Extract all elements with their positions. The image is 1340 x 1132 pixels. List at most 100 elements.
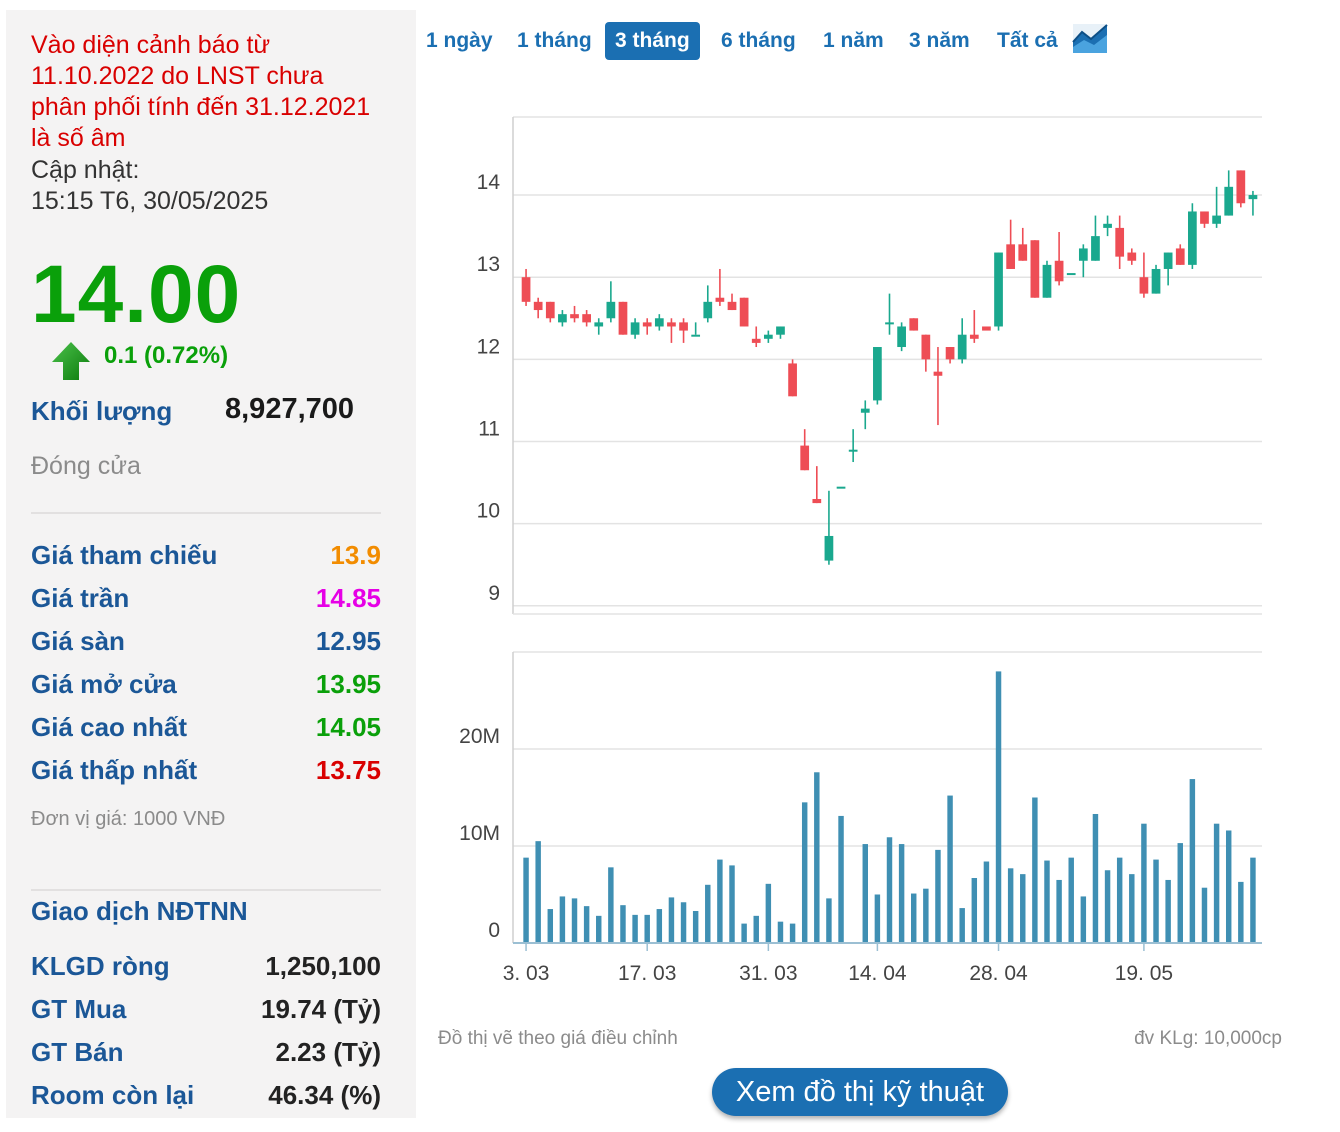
candle-body (739, 297, 749, 327)
volume-bar (705, 884, 711, 943)
volume-bar (935, 849, 941, 943)
x-tick-label: 14. 04 (848, 962, 907, 985)
volume-bar (959, 908, 965, 943)
volume-bar (1080, 896, 1087, 943)
candle-body (1236, 170, 1246, 204)
volume-bar (729, 865, 735, 943)
y-tick-label: 10M (459, 822, 500, 845)
volume-bar (620, 905, 626, 943)
x-tick-label: 19. 05 (1115, 962, 1173, 985)
candle-body (1151, 268, 1161, 294)
volume-bar (1032, 797, 1038, 943)
volume-bar (1189, 779, 1196, 943)
volume-bar (571, 898, 578, 943)
volume-bar (1056, 879, 1062, 943)
y-tick-label: 0 (488, 919, 500, 942)
volume-bar (1201, 887, 1208, 943)
candle-body (1248, 195, 1258, 200)
volume-bar (717, 859, 723, 943)
y-tick-label: 12 (477, 335, 500, 358)
candle-body (800, 445, 810, 471)
volume-bar (668, 897, 675, 943)
candle-body (558, 314, 567, 323)
volume-bar (947, 795, 953, 943)
y-tick-label: 10 (477, 500, 500, 523)
candle-body (1200, 211, 1209, 224)
candle-body (679, 322, 688, 331)
x-tick-label: 17. 03 (618, 962, 676, 985)
candle-body (715, 297, 725, 302)
volume-bar (692, 910, 699, 943)
volume-bar (814, 772, 820, 943)
candle-body (654, 318, 664, 327)
volume-bar (898, 844, 905, 943)
candle-body (788, 363, 797, 397)
candle-body (1018, 244, 1028, 261)
candle-body (545, 301, 555, 319)
adjusted-price-note: Đồ thị vẽ theo giá điều chỉnh (438, 1028, 678, 1049)
volume-bar (608, 867, 614, 943)
volume-unit-note: đv KLg: 10,000cp (1134, 1028, 1282, 1049)
volume-bar (1007, 868, 1014, 943)
candle-body (1006, 244, 1016, 269)
y-tick-label: 11 (478, 417, 500, 440)
candle-body (751, 338, 761, 343)
candle-body (582, 314, 591, 323)
x-tick-label: 3. 03 (503, 962, 550, 985)
volume-bar (559, 896, 566, 943)
candle-body (570, 314, 579, 319)
candle-body (703, 301, 713, 319)
volume-bar (741, 923, 747, 943)
volume-bar (777, 921, 784, 943)
candle-body (885, 322, 894, 325)
candle-body (691, 334, 701, 337)
candle-body (630, 322, 640, 335)
volume-bar (1177, 843, 1183, 943)
candle-body (1030, 240, 1040, 298)
candle-body (1163, 252, 1173, 269)
volume-bar (1020, 874, 1026, 943)
candle-body (1224, 186, 1234, 216)
volume-bar (1225, 830, 1232, 943)
volume-bar (995, 671, 1002, 943)
volume-bar (535, 841, 541, 943)
volume-bar (1044, 860, 1050, 943)
candle-body (909, 318, 919, 331)
volume-bar (838, 815, 844, 943)
y-tick-label: 9 (488, 582, 500, 605)
volume-bar (911, 893, 917, 943)
candle-body (1212, 215, 1221, 224)
candle-body (1115, 227, 1125, 257)
candle-body (969, 334, 979, 339)
candle-body (860, 408, 870, 413)
volume-bar (1165, 879, 1171, 943)
volume-bar (765, 883, 772, 943)
volume-bar (862, 844, 868, 943)
technical-chart-button[interactable]: Xem đồ thị kỹ thuật (712, 1068, 1008, 1116)
candle-body (933, 371, 943, 376)
volume-bar (1250, 857, 1256, 943)
candle-body (812, 498, 822, 504)
candle-body (763, 334, 773, 339)
volume-bar (1153, 859, 1159, 943)
candle-body (945, 347, 955, 360)
volume-bar (1116, 857, 1123, 943)
y-tick-label: 20M (459, 725, 500, 748)
candle-body (957, 334, 967, 360)
x-tick-label: 28. 04 (969, 962, 1028, 985)
candle-body (1091, 236, 1100, 261)
candle-body (727, 301, 737, 311)
candle-body (642, 322, 652, 327)
volume-bar (656, 909, 663, 943)
candle-body (982, 326, 991, 331)
volume-bar (644, 914, 650, 943)
volume-bar (523, 857, 529, 943)
candle-body (848, 449, 858, 452)
volume-bar (632, 914, 638, 943)
volume-bar (680, 902, 687, 943)
x-tick-label: 31. 03 (739, 962, 797, 985)
volume-bar (874, 894, 881, 943)
candle-body (897, 326, 906, 348)
volume-bar (1092, 813, 1099, 943)
y-tick-label: 13 (477, 253, 500, 276)
